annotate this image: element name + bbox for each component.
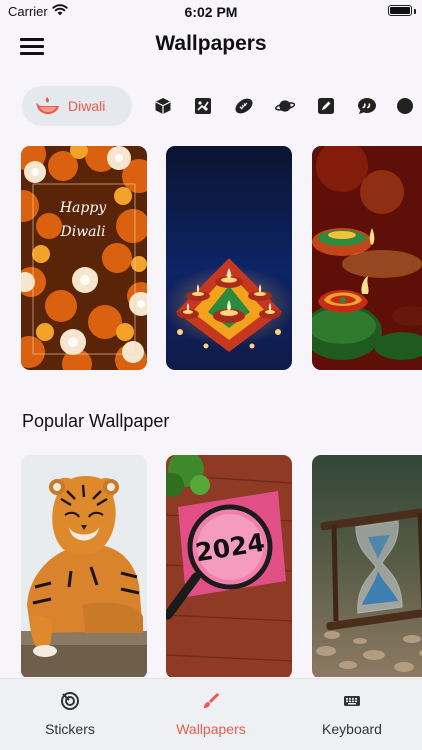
status-bar: Carrier 6:02 PM <box>0 0 422 26</box>
paint-brush-icon <box>204 693 219 708</box>
wallpaper-card-hourglass[interactable] <box>312 455 422 677</box>
tab-stickers[interactable]: Stickers <box>0 679 140 750</box>
wallpaper-card-diwali-diya-rangoli[interactable] <box>166 146 292 370</box>
wallpaper-text-happy: Happy <box>59 200 107 216</box>
popular-wallpapers-row: 2024 <box>0 455 422 677</box>
clock: 6:02 PM <box>184 4 238 20</box>
puzzle-icon[interactable] <box>193 96 213 116</box>
more-categories-icon[interactable] <box>396 96 416 116</box>
battery-icon <box>388 5 412 16</box>
tab-label-keyboard: Keyboard <box>322 721 382 737</box>
page-title: Wallpapers <box>155 32 267 55</box>
category-chip-label: Diwali <box>68 98 106 114</box>
wallpaper-card-magnifier-2024[interactable]: 2024 <box>166 455 292 677</box>
pen-tool-icon[interactable] <box>316 96 336 116</box>
featured-wallpapers-row: Happy Diwali <box>0 146 422 372</box>
diya-lamp-icon <box>36 97 59 114</box>
tab-label-wallpapers: Wallpapers <box>176 721 246 737</box>
wallpaper-card-diwali-marigold[interactable]: Happy Diwali <box>21 146 147 370</box>
category-chip-diwali[interactable]: Diwali <box>22 86 132 126</box>
planet-icon[interactable] <box>275 96 295 116</box>
category-bar: Diwali <box>0 84 422 128</box>
football-icon[interactable] <box>234 96 254 116</box>
sticker-icon <box>61 692 79 710</box>
quote-bubble-icon[interactable] <box>357 96 377 116</box>
section-title-popular: Popular Wallpaper <box>22 411 170 431</box>
tab-keyboard[interactable]: Keyboard <box>282 679 422 750</box>
cube-icon[interactable] <box>153 96 173 116</box>
bottom-tab-bar: Stickers Wallpapers Keyboard <box>0 678 422 750</box>
tab-wallpapers[interactable]: Wallpapers <box>141 679 281 750</box>
keyboard-icon <box>344 696 360 706</box>
navigation-bar: Wallpapers <box>0 26 422 66</box>
wallpaper-card-diwali-clay-diyas[interactable] <box>312 146 422 370</box>
wallpaper-text-diwali: Diwali <box>60 224 106 240</box>
wallpaper-card-tiger[interactable] <box>21 455 147 677</box>
tab-label-stickers: Stickers <box>45 721 95 737</box>
